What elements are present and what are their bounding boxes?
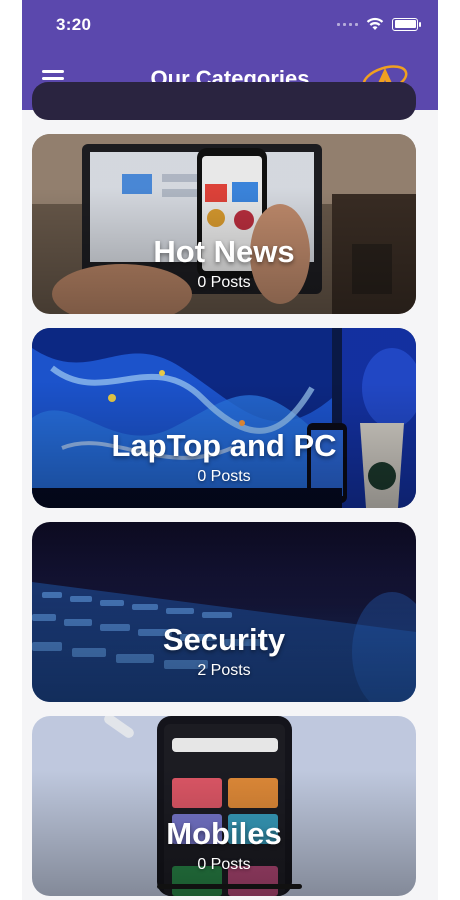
phone-screen: 3:20 Our Categories Hot News 0 Posts Lap… (22, 0, 438, 900)
category-name: Mobiles (166, 816, 282, 851)
category-post-count: 0 Posts (197, 468, 251, 485)
wifi-icon (366, 17, 384, 30)
category-card-laptop-and-pc[interactable]: LapTop and PC 0 Posts (32, 328, 416, 508)
status-icons (337, 17, 421, 31)
category-card-mobiles[interactable]: Mobiles 0 Posts (32, 716, 416, 896)
cellular-signal-icon (337, 22, 358, 26)
battery-icon (392, 17, 421, 31)
category-name: Security (162, 622, 286, 657)
category-post-count: 0 Posts (197, 856, 251, 873)
category-name: Hot News (153, 234, 295, 269)
category-name: LapTop and PC (111, 428, 337, 463)
status-time: 3:20 (56, 15, 92, 34)
previous-category-card[interactable] (32, 82, 416, 120)
category-card-hot-news[interactable]: Hot News 0 Posts (32, 134, 416, 314)
home-indicator[interactable] (157, 884, 302, 889)
category-post-count: 2 Posts (197, 662, 251, 679)
category-card-security[interactable]: Security 2 Posts (32, 522, 416, 702)
category-post-count: 0 Posts (197, 274, 251, 291)
